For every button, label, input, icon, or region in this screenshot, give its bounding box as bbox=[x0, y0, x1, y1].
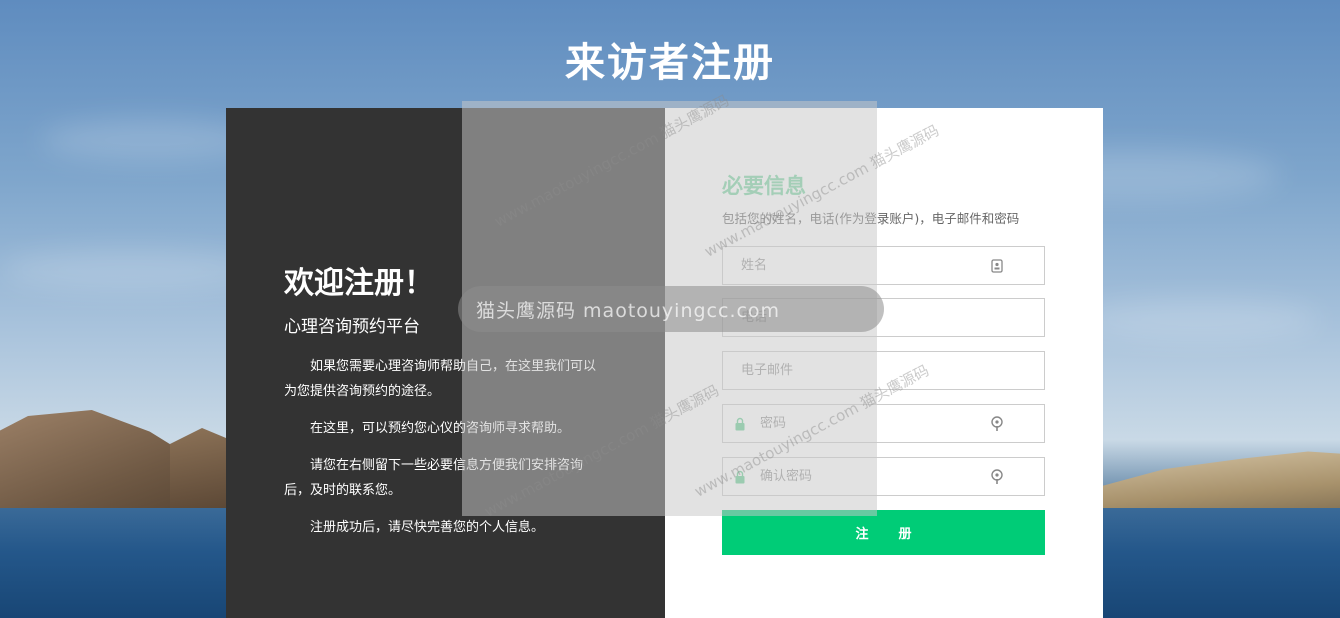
welcome-panel: 欢迎注册！ 心理咨询预约平台 如果您需要心理咨询师帮助自己，在这里我们可以为您提… bbox=[226, 108, 665, 618]
email-input[interactable] bbox=[723, 352, 1044, 389]
email-field[interactable] bbox=[722, 351, 1045, 390]
welcome-paragraphs: 如果您需要心理咨询师帮助自己，在这里我们可以为您提供咨询预约的途径。 在这里，可… bbox=[284, 354, 604, 552]
welcome-heading: 欢迎注册！ bbox=[284, 266, 434, 301]
lock-icon bbox=[735, 417, 745, 431]
section-description: 包括您的姓名，电话(作为登录账户)，电子邮件和密码 bbox=[722, 211, 1020, 226]
key-icon bbox=[991, 469, 1003, 484]
welcome-paragraph: 如果您需要心理咨询师帮助自己，在这里我们可以为您提供咨询预约的途径。 bbox=[284, 359, 597, 399]
platform-name: 心理咨询预约平台 bbox=[284, 317, 420, 337]
phone-field[interactable] bbox=[722, 298, 1045, 337]
name-field[interactable] bbox=[722, 246, 1045, 285]
id-card-icon bbox=[991, 259, 1003, 273]
page-title: 来访者注册 bbox=[565, 40, 775, 86]
confirm-password-field[interactable] bbox=[722, 457, 1045, 496]
welcome-paragraph: 注册成功后，请尽快完善您的个人信息。 bbox=[310, 520, 545, 535]
password-field[interactable] bbox=[722, 404, 1045, 443]
welcome-paragraph: 在这里，可以预约您心仪的咨询师寻求帮助。 bbox=[310, 421, 571, 436]
register-button[interactable]: 注册 bbox=[722, 510, 1045, 555]
section-title: 必要信息 bbox=[722, 174, 806, 198]
phone-input[interactable] bbox=[723, 299, 1044, 336]
lock-icon bbox=[735, 470, 745, 484]
register-form-panel: 必要信息 包括您的姓名，电话(作为登录账户)，电子邮件和密码 姓名 电话 电子邮… bbox=[665, 108, 1103, 618]
key-icon bbox=[991, 416, 1003, 431]
welcome-paragraph: 请您在右侧留下一些必要信息方便我们安排咨询后，及时的联系您。 bbox=[284, 458, 584, 498]
